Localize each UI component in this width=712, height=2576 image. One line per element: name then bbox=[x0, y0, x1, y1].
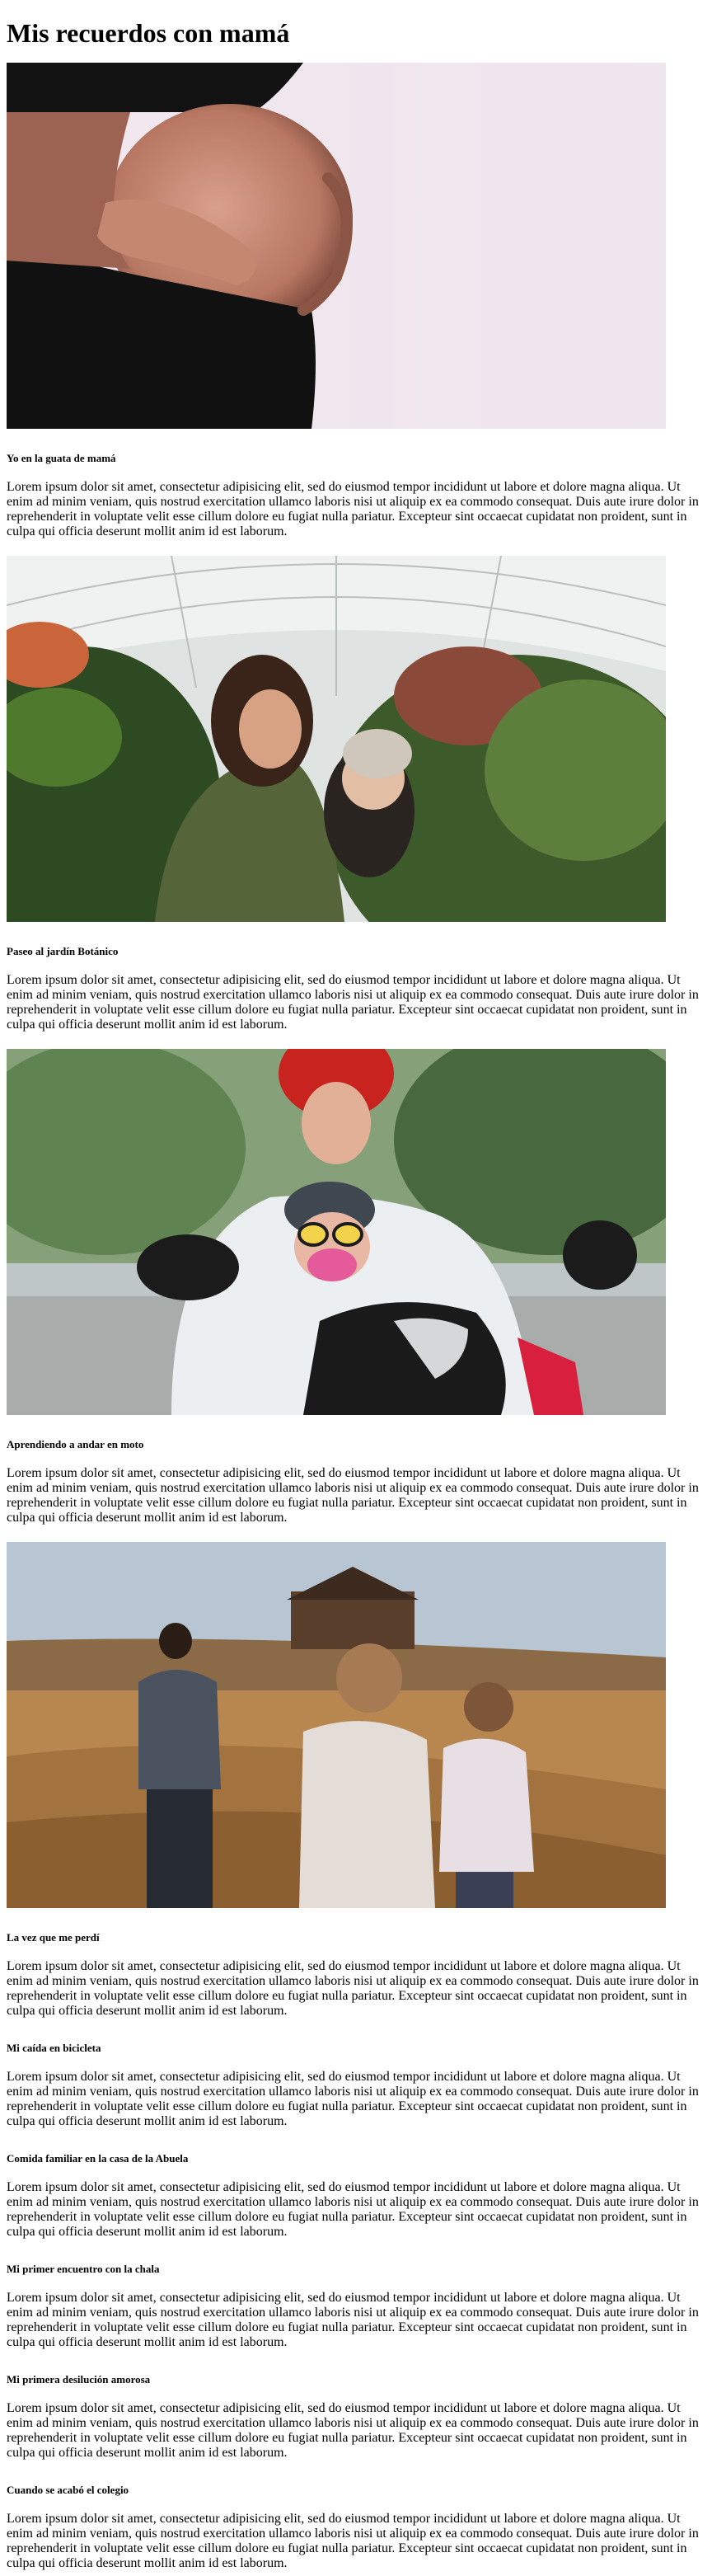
section-text: Lorem ipsum dolor sit amet, consectetur … bbox=[7, 2180, 699, 2239]
photo-motorcycle bbox=[7, 1049, 666, 1415]
section-caption: Cuando se acabó el colegio bbox=[7, 2484, 129, 2496]
section-caption: Yo en la guata de mamá bbox=[7, 452, 116, 464]
photo-field-family bbox=[7, 1542, 666, 1908]
section-text: Lorem ipsum dolor sit amet, consectetur … bbox=[7, 2291, 699, 2349]
section-text: Lorem ipsum dolor sit amet, consectetur … bbox=[7, 2401, 699, 2460]
photo-motorcycle-image bbox=[7, 1049, 666, 1415]
section-caption: Mi caída en bicicleta bbox=[7, 2042, 101, 2054]
section-caption: Mi primer encuentro con la chala bbox=[7, 2263, 160, 2275]
section-text: Lorem ipsum dolor sit amet, consectetur … bbox=[7, 2512, 699, 2570]
section-caption: Comida familiar en la casa de la Abuela bbox=[7, 2152, 189, 2165]
photo-pregnancy-image bbox=[7, 63, 666, 429]
page-title: Mis recuerdos con mamá bbox=[7, 18, 290, 48]
section-text: Lorem ipsum dolor sit amet, consectetur … bbox=[7, 480, 699, 538]
section-caption: Paseo al jardín Botánico bbox=[7, 945, 119, 957]
photo-pregnancy bbox=[7, 63, 666, 429]
section-text: Lorem ipsum dolor sit amet, consectetur … bbox=[7, 1466, 699, 1525]
section-caption: La vez que me perdí bbox=[7, 1931, 100, 1944]
section-caption: Mi primera desilución amorosa bbox=[7, 2373, 151, 2386]
photo-greenhouse bbox=[7, 556, 666, 922]
photo-greenhouse-image bbox=[7, 556, 666, 922]
section-text: Lorem ipsum dolor sit amet, consectetur … bbox=[7, 973, 699, 1032]
section-caption: Aprendiendo a andar en moto bbox=[7, 1438, 144, 1450]
photo-field-family-image bbox=[7, 1542, 666, 1908]
section-text: Lorem ipsum dolor sit amet, consectetur … bbox=[7, 1959, 699, 2018]
section-text: Lorem ipsum dolor sit amet, consectetur … bbox=[7, 2070, 699, 2128]
page-content: Mis recuerdos con mamá Yo en la guata de… bbox=[0, 0, 712, 2571]
